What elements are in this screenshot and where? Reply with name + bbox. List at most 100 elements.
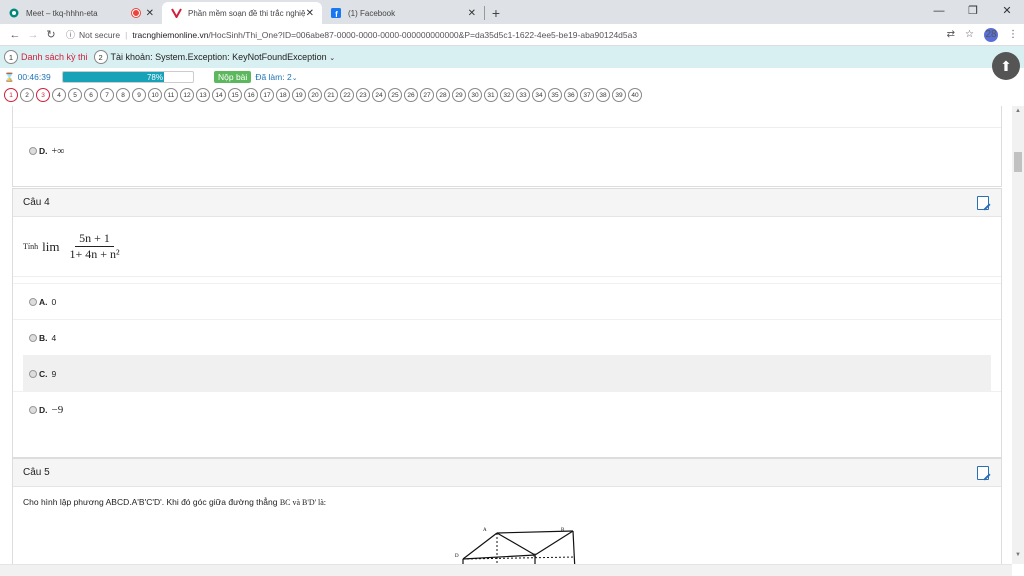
question-number-36[interactable]: 36 bbox=[564, 88, 578, 102]
question-number-1[interactable]: 1 bbox=[4, 88, 18, 102]
denominator: 1+ 4n + n² bbox=[69, 247, 120, 261]
minimize-icon[interactable]: — bbox=[922, 0, 956, 24]
question-number-32[interactable]: 32 bbox=[500, 88, 514, 102]
question-number-15[interactable]: 15 bbox=[228, 88, 242, 102]
scrollbar-thumb[interactable] bbox=[1014, 152, 1022, 172]
step-number: 2 bbox=[93, 50, 108, 64]
question-number-12[interactable]: 12 bbox=[180, 88, 194, 102]
tab-title: Meet – tkq-hhhn-eta bbox=[26, 8, 98, 18]
question-number-21[interactable]: 21 bbox=[324, 88, 338, 102]
reload-icon[interactable]: ↻ bbox=[42, 28, 60, 41]
question-number-16[interactable]: 16 bbox=[244, 88, 258, 102]
question-title: Câu 4 bbox=[23, 197, 50, 208]
question-number-2[interactable]: 2 bbox=[20, 88, 34, 102]
account-dropdown[interactable]: Tài khoản: System.Exception: KeyNotFound… bbox=[111, 52, 336, 62]
question-number-20[interactable]: 20 bbox=[308, 88, 322, 102]
question-number-22[interactable]: 22 bbox=[340, 88, 354, 102]
question-number-28[interactable]: 28 bbox=[436, 88, 450, 102]
chevron-down-icon: ⌄ bbox=[291, 75, 298, 82]
question-number-3[interactable]: 3 bbox=[36, 88, 50, 102]
translate-icon[interactable]: ⇄ bbox=[947, 29, 955, 40]
question-number-31[interactable]: 31 bbox=[484, 88, 498, 102]
prompt-text: Cho hình lập phương ABCD.A'B'C'D'. Khi đ… bbox=[23, 497, 280, 507]
vertical-scrollbar[interactable]: ▲ ▼ bbox=[1012, 106, 1024, 564]
answer-option-b[interactable]: B. 4 bbox=[13, 319, 1001, 355]
url-divider: | bbox=[125, 29, 128, 40]
question-number-38[interactable]: 38 bbox=[596, 88, 610, 102]
question-number-10[interactable]: 10 bbox=[148, 88, 162, 102]
exam-list-link[interactable]: Danh sách kỳ thi bbox=[21, 52, 88, 62]
question-number-4[interactable]: 4 bbox=[52, 88, 66, 102]
radio-button[interactable] bbox=[29, 333, 37, 342]
question-number-40[interactable]: 40 bbox=[628, 88, 642, 102]
question-number-9[interactable]: 9 bbox=[132, 88, 146, 102]
tab-exam[interactable]: Phần mềm soạn đề thi trắc nghiệ ✕ bbox=[162, 2, 322, 24]
edit-note-icon[interactable] bbox=[977, 466, 989, 480]
close-tab-icon[interactable]: ✕ bbox=[306, 8, 314, 19]
question-number-33[interactable]: 33 bbox=[516, 88, 530, 102]
url-host: tracnghiemonline.vn bbox=[132, 29, 209, 40]
question-number-23[interactable]: 23 bbox=[356, 88, 370, 102]
bookmark-star-icon[interactable]: ☆ bbox=[965, 29, 974, 40]
scroll-up-icon[interactable]: ▲ bbox=[1012, 108, 1024, 120]
exam-content: D. +∞ Câu 4 Tính lim 5n + 1 1+ 4n + n² A… bbox=[0, 106, 1012, 564]
submit-button[interactable]: Nộp bài bbox=[214, 71, 252, 83]
question-number-37[interactable]: 37 bbox=[580, 88, 594, 102]
question-number-24[interactable]: 24 bbox=[372, 88, 386, 102]
close-tab-icon[interactable]: ✕ bbox=[468, 8, 476, 19]
app-logo-icon bbox=[170, 7, 182, 19]
question-number-19[interactable]: 19 bbox=[292, 88, 306, 102]
close-window-icon[interactable]: ✕ bbox=[990, 0, 1024, 24]
answer-option-c[interactable]: C. 9 bbox=[23, 355, 991, 391]
menu-kebab-icon[interactable]: ⋮ bbox=[1008, 29, 1018, 40]
question-number-5[interactable]: 5 bbox=[68, 88, 82, 102]
step-number: 1 bbox=[4, 50, 18, 64]
radio-button[interactable] bbox=[29, 369, 37, 378]
timer: ⌛ 00:46:39 bbox=[4, 72, 62, 83]
restore-icon[interactable]: ❐ bbox=[956, 0, 990, 24]
info-icon: ⓘ bbox=[66, 30, 76, 40]
radio-button[interactable] bbox=[29, 405, 37, 414]
question-number-18[interactable]: 18 bbox=[276, 88, 290, 102]
question-number-list: 1 2 3 4 5 6 7 8 9 10 11 12 13 14 15 16 17 18 19 20 21 22 23 24 2… bbox=[0, 86, 1024, 104]
horizontal-scrollbar[interactable] bbox=[0, 564, 1012, 576]
question-number-27[interactable]: 27 bbox=[420, 88, 434, 102]
question-number-8[interactable]: 8 bbox=[116, 88, 130, 102]
question-number-17[interactable]: 17 bbox=[260, 88, 274, 102]
back-icon[interactable]: ← bbox=[6, 29, 24, 41]
question-number-39[interactable]: 39 bbox=[612, 88, 626, 102]
radio-button[interactable] bbox=[29, 147, 37, 155]
exam-status-bar: ⌛ 00:46:39 78% Nộp bài Đã làm: 2⌄ bbox=[0, 68, 1024, 86]
tab-meet[interactable]: Meet – tkq-hhhn-eta ✕ bbox=[0, 2, 162, 24]
meet-icon bbox=[8, 7, 20, 19]
tab-facebook[interactable]: f (1) Facebook ✕ bbox=[322, 2, 484, 24]
scroll-down-icon[interactable]: ▼ bbox=[1012, 552, 1024, 564]
option-value: 4 bbox=[51, 332, 57, 343]
facebook-icon: f bbox=[330, 7, 342, 19]
answer-option-d[interactable]: D. +∞ bbox=[13, 133, 64, 169]
question-number-34[interactable]: 34 bbox=[532, 88, 546, 102]
question-number-25[interactable]: 25 bbox=[388, 88, 402, 102]
edit-note-icon[interactable] bbox=[977, 196, 989, 210]
question-number-7[interactable]: 7 bbox=[100, 88, 114, 102]
close-tab-icon[interactable]: ✕ bbox=[146, 8, 154, 19]
question-number-14[interactable]: 14 bbox=[212, 88, 226, 102]
answer-option-d[interactable]: D. −9 bbox=[13, 391, 1001, 427]
new-tab-button[interactable]: + bbox=[485, 2, 507, 24]
answer-option-a[interactable]: A. 0 bbox=[13, 283, 1001, 319]
question-number-35[interactable]: 35 bbox=[548, 88, 562, 102]
question-number-13[interactable]: 13 bbox=[196, 88, 210, 102]
profile-avatar[interactable]: 28 bbox=[984, 27, 998, 42]
question-number-30[interactable]: 30 bbox=[468, 88, 482, 102]
scroll-to-top-button[interactable]: ⬆ bbox=[992, 52, 1020, 80]
option-letter: D. bbox=[39, 146, 48, 156]
url-field[interactable]: ⓘ Not secure | tracnghiemonline.vn /HocS… bbox=[66, 28, 947, 41]
radio-button[interactable] bbox=[29, 297, 37, 306]
answered-count-dropdown[interactable]: Đã làm: 2⌄ bbox=[255, 72, 297, 82]
question-number-26[interactable]: 26 bbox=[404, 88, 418, 102]
question-number-6[interactable]: 6 bbox=[84, 88, 98, 102]
url-path: /HocSinh/Thi_One?ID=006abe87-0000-0000-0… bbox=[208, 29, 638, 40]
question-number-11[interactable]: 11 bbox=[164, 88, 178, 102]
forward-icon[interactable]: → bbox=[24, 29, 42, 41]
question-number-29[interactable]: 29 bbox=[452, 88, 466, 102]
